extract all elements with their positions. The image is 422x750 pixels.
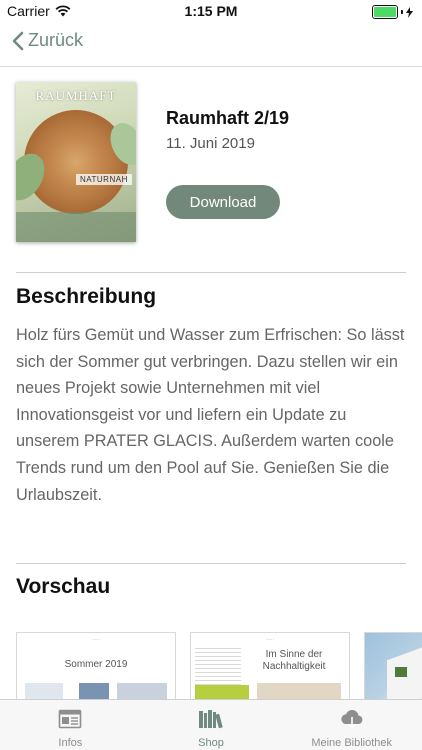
app-screen: Carrier 1:15 PM Zurück RAUMHAFT NATURNAH… <box>0 0 422 750</box>
issue-date: 11. Juni 2019 <box>166 135 255 152</box>
tab-meine-bibliothek[interactable]: Meine Bibliothek <box>281 700 422 750</box>
news-icon <box>59 709 82 729</box>
preview-page-title: Sommer 2019 <box>64 659 128 670</box>
cover-badge: NATURNAH <box>76 174 132 185</box>
preview-page-2[interactable]: ····· Im Sinne der Nachhaltigkeit <box>190 632 350 704</box>
charging-icon <box>406 6 413 18</box>
cloud-download-icon <box>341 710 363 729</box>
issue-title: Raumhaft 2/19 <box>166 108 290 128</box>
battery-icon <box>372 5 413 19</box>
status-time: 1:15 PM <box>184 3 238 19</box>
tab-shop[interactable]: Shop <box>141 700 282 750</box>
description-heading: Beschreibung <box>16 285 157 308</box>
navigation-bar: Zurück <box>0 22 422 67</box>
battery-fill <box>374 7 396 17</box>
back-button[interactable]: Zurück <box>12 30 83 51</box>
preview-page-1[interactable]: ····· Sommer 2019 <box>16 632 176 704</box>
tab-infos[interactable]: Infos <box>0 700 141 750</box>
back-button-label: Zurück <box>28 30 84 50</box>
preview-page-3[interactable] <box>364 632 422 704</box>
status-bar: Carrier 1:15 PM <box>0 0 422 22</box>
tab-bar: Infos Shop Meine Bibliothek <box>0 699 422 750</box>
download-button[interactable]: Download <box>166 185 280 219</box>
divider <box>16 272 406 273</box>
issue-cover-image[interactable]: RAUMHAFT NATURNAH <box>16 82 136 242</box>
tab-meine-bibliothek-label: Meine Bibliothek <box>311 737 393 749</box>
chevron-left-icon <box>12 31 24 50</box>
cover-masthead: RAUMHAFT <box>35 88 117 103</box>
divider <box>16 563 406 564</box>
description-text: Holz fürs Gemüt und Wasser zum Erfrische… <box>16 326 405 504</box>
preview-page-title: Im Sinne der Nachhaltigkeit <box>262 649 326 672</box>
books-icon <box>199 710 223 729</box>
tab-shop-label: Shop <box>198 737 224 749</box>
preview-heading: Vorschau <box>16 575 111 598</box>
tab-infos-label: Infos <box>58 737 83 749</box>
